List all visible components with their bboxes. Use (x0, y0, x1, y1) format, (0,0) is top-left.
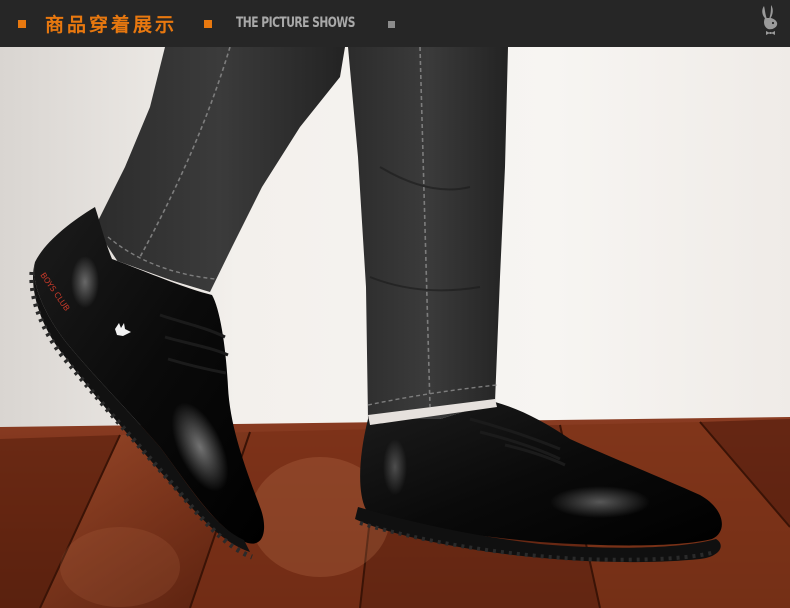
accent-square-left (18, 20, 26, 28)
bunny-logo-icon (755, 4, 787, 44)
product-photo: BOYS CLUB (0, 47, 790, 608)
product-display-page: 商品穿着展示 THE PICTURE SHOWS BOYS CLUB (0, 0, 790, 608)
accent-square-middle (204, 20, 212, 28)
section-title-chinese: 商品穿着展示 (45, 14, 178, 36)
section-header: 商品穿着展示 THE PICTURE SHOWS (0, 0, 790, 47)
grey-square-right (388, 21, 395, 28)
section-title-english: THE PICTURE SHOWS (236, 15, 355, 31)
